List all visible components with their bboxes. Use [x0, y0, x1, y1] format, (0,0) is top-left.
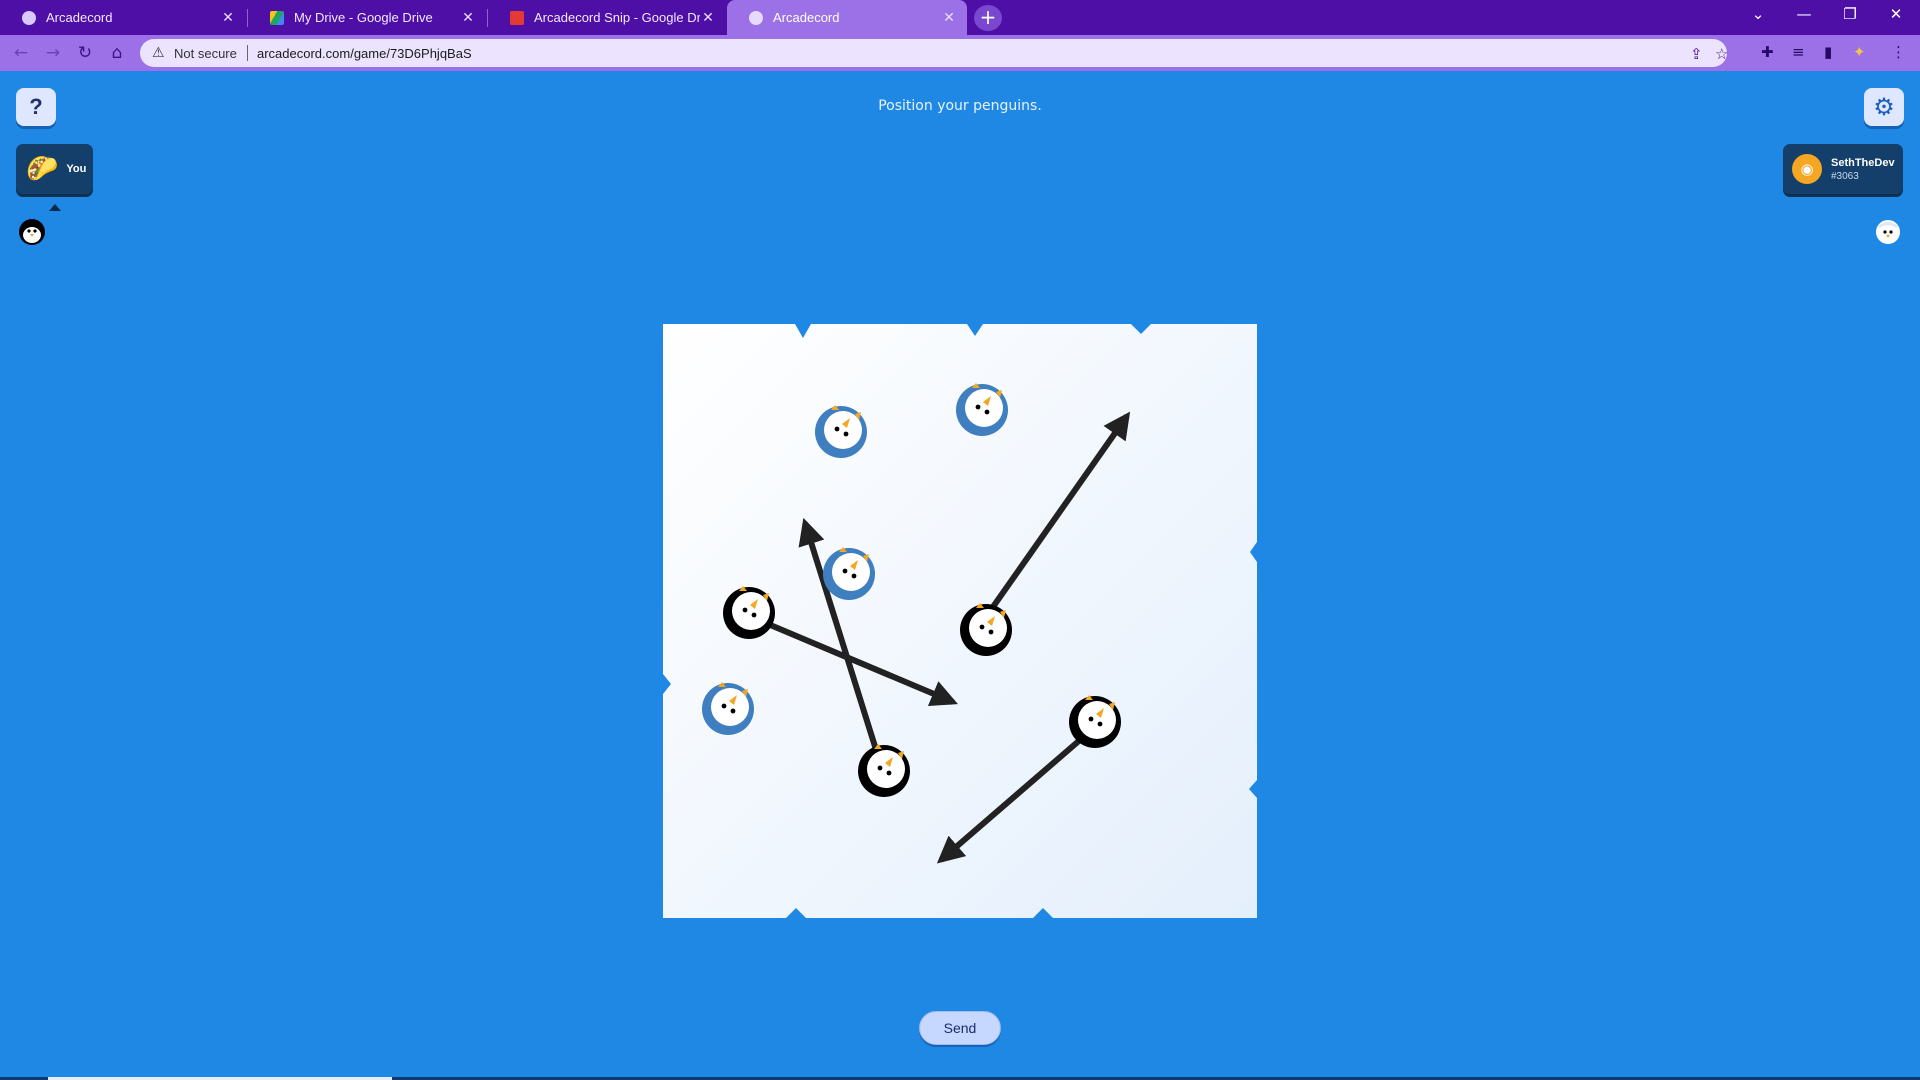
reload-icon[interactable]: ↻ [72, 40, 98, 66]
player-card-you: 🌮 You [16, 144, 93, 194]
address-bar[interactable]: ⚠ Not secure arcadecord.com/game/73D6Phj… [140, 39, 1728, 67]
reading-list-icon[interactable]: ≡ [1792, 43, 1805, 61]
side-panel-icon[interactable]: ▮ [1824, 43, 1832, 61]
restore-icon[interactable]: ❐ [1827, 0, 1873, 30]
player-card-opponent: ◉ SethTheDev #3063 [1783, 144, 1903, 194]
arcadecord-icon [749, 10, 763, 25]
tab-bar: Arcadecord ✕ My Drive - Google Drive ✕ A… [0, 0, 1920, 35]
google-drawings-icon [510, 10, 524, 25]
opponent-name: SethTheDev [1831, 157, 1895, 169]
turn-indicator [49, 204, 61, 211]
opponent-penguin-icon [1876, 220, 1900, 244]
discord-icon: ◉ [1792, 154, 1822, 184]
share-icon[interactable]: ⇪ [1690, 45, 1703, 63]
taco-icon: 🌮 [26, 154, 59, 184]
send-button[interactable]: Send [919, 1011, 1001, 1045]
tab-google-drive[interactable]: My Drive - Google Drive ✕ [248, 0, 486, 35]
settings-gear-icon[interactable]: ⚙ [1864, 88, 1904, 126]
tab-search-icon[interactable]: ⌄ [1735, 0, 1781, 30]
close-icon[interactable]: ✕ [700, 9, 716, 26]
close-icon[interactable]: ✕ [460, 9, 476, 26]
home-icon[interactable]: ⌂ [104, 40, 130, 66]
bookmark-star-icon[interactable]: ☆ [1715, 45, 1728, 63]
extensions-icon[interactable]: ✚ [1761, 43, 1774, 61]
close-window-icon[interactable]: ✕ [1873, 0, 1919, 30]
browser-toolbar: ← → ↻ ⌂ ⚠ Not secure arcadecord.com/game… [0, 35, 1920, 71]
tab-arcadecord-1[interactable]: Arcadecord ✕ [0, 0, 246, 35]
browser-menu-icon[interactable]: ⋮ [1891, 43, 1906, 61]
tab-google-drawings[interactable]: Arcadecord Snip - Google Drawin ✕ [488, 0, 726, 35]
opponent-discriminator: #3063 [1831, 171, 1859, 182]
tab-title: Arcadecord [46, 10, 113, 25]
your-penguin-icon [19, 219, 45, 245]
tab-arcadecord-active[interactable]: Arcadecord ✕ [727, 0, 967, 35]
help-button[interactable]: ? [16, 88, 56, 126]
close-icon[interactable]: ✕ [220, 9, 236, 26]
warning-icon[interactable]: ⚠ [152, 44, 165, 61]
player-you-label: You [66, 163, 87, 175]
tab-title: Arcadecord Snip - Google Drawin [534, 10, 700, 25]
google-drive-icon [270, 10, 284, 25]
url-text[interactable]: arcadecord.com/game/73D6PhjqBaS [257, 46, 472, 61]
forward-icon[interactable]: → [40, 40, 66, 66]
profile-avatar-icon[interactable]: ✦ [1853, 43, 1866, 61]
new-tab-button[interactable]: + [974, 5, 1002, 31]
security-label[interactable]: Not secure [174, 46, 237, 61]
close-icon[interactable]: ✕ [941, 9, 957, 26]
game-prompt: Position your penguins. [878, 98, 1042, 114]
back-icon[interactable]: ← [8, 40, 34, 66]
tab-title: Arcadecord [773, 10, 840, 25]
arcadecord-icon [22, 10, 36, 25]
minimize-icon[interactable]: — [1781, 0, 1827, 30]
tab-title: My Drive - Google Drive [294, 10, 433, 25]
ice-board[interactable] [663, 324, 1257, 918]
